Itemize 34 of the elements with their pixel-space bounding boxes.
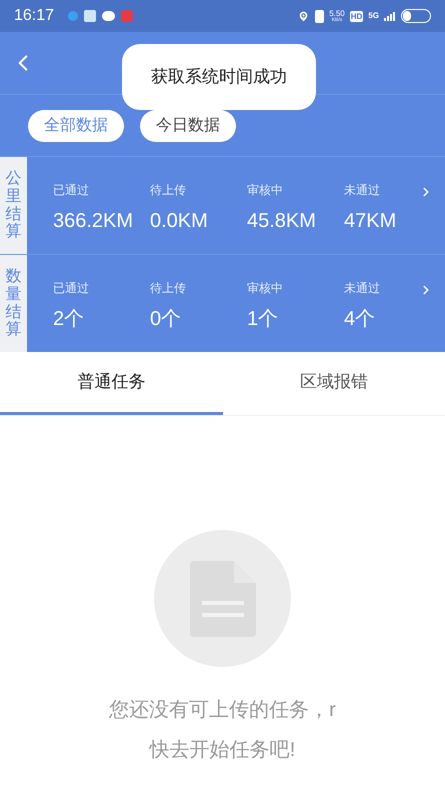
- stat-label: 未通过: [344, 280, 380, 297]
- network-speed: 5.50: [329, 10, 345, 18]
- vibrate-icon: [315, 10, 324, 22]
- stat-value: 2个: [53, 309, 84, 329]
- stat-label: 审核中: [247, 280, 283, 297]
- stat-value: 366.2KM: [53, 211, 134, 231]
- stat-label: 未通过: [344, 182, 380, 199]
- section-label: 数量结算: [0, 255, 27, 352]
- stat-value: 0个: [150, 309, 182, 329]
- stat-value: 0.0KM: [150, 211, 208, 231]
- battery-icon: [401, 9, 431, 23]
- stat-label: 已通过: [53, 280, 89, 297]
- chat-icon: [102, 11, 116, 21]
- toast: 获取系统时间成功: [122, 44, 316, 110]
- stat-value: 1个: [247, 309, 278, 329]
- section-label: 公里结算: [0, 157, 27, 254]
- stat-label: 已通过: [53, 182, 89, 199]
- filter-chip[interactable]: 今日数据: [140, 110, 236, 142]
- location-icon: [297, 10, 310, 22]
- stat-label: 待上传: [150, 280, 186, 297]
- stat-value: 45.8KM: [247, 211, 316, 231]
- empty-message: 您还没有可上传的任务，r: [109, 698, 336, 723]
- empty-message: 快去开始任务吧!: [150, 738, 296, 763]
- hd-indicator: HD: [350, 10, 364, 22]
- stat-label: 待上传: [150, 182, 186, 199]
- tab[interactable]: 区域报错: [222, 352, 445, 415]
- status-time: 16:17: [14, 6, 54, 26]
- filter-chip[interactable]: 全部数据: [28, 110, 124, 142]
- stat-value: 4个: [344, 309, 376, 329]
- tab[interactable]: 普通任务: [0, 352, 222, 415]
- stat-label: 审核中: [247, 182, 283, 199]
- stat-value: 47KM: [344, 211, 396, 231]
- signal-icon: [384, 11, 396, 21]
- network-type: 5G: [368, 10, 379, 22]
